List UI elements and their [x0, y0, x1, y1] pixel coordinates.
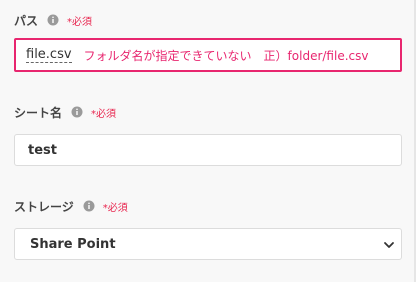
sheet-required-badge: *必須: [91, 108, 117, 120]
sheet-label: シート名: [14, 105, 63, 120]
path-error-annotation: フォルダ名が指定できていない 正）folder/file.csv: [83, 48, 369, 63]
info-icon[interactable]: [47, 14, 59, 26]
path-input[interactable]: file.csv フォルダ名が指定できていない 正）folder/file.cs…: [14, 38, 402, 72]
path-label-row: パス *必須: [14, 10, 402, 30]
path-required-badge: *必須: [67, 16, 93, 28]
storage-required-badge: *必須: [102, 202, 128, 214]
path-label: パス: [14, 13, 39, 28]
sheet-label-row: シート名 *必須: [14, 102, 402, 122]
chevron-down-icon[interactable]: [383, 239, 395, 251]
sheet-input-value: test: [28, 142, 57, 158]
path-input-value: file.csv: [26, 46, 72, 63]
info-icon[interactable]: [71, 106, 83, 118]
storage-label: ストレージ: [14, 199, 74, 214]
settings-panel: パス *必須 file.csv フォルダ名が指定できていない 正）folder/…: [0, 0, 416, 282]
sheet-name-input[interactable]: test: [14, 134, 402, 166]
path-field: パス *必須: [14, 10, 402, 30]
sheet-field: シート名 *必須: [14, 102, 402, 122]
storage-field: ストレージ *必須: [14, 196, 402, 216]
storage-select[interactable]: Share Point: [14, 228, 402, 260]
storage-selected-value: Share Point: [30, 236, 116, 252]
info-icon[interactable]: [83, 200, 95, 212]
storage-label-row: ストレージ *必須: [14, 196, 402, 216]
